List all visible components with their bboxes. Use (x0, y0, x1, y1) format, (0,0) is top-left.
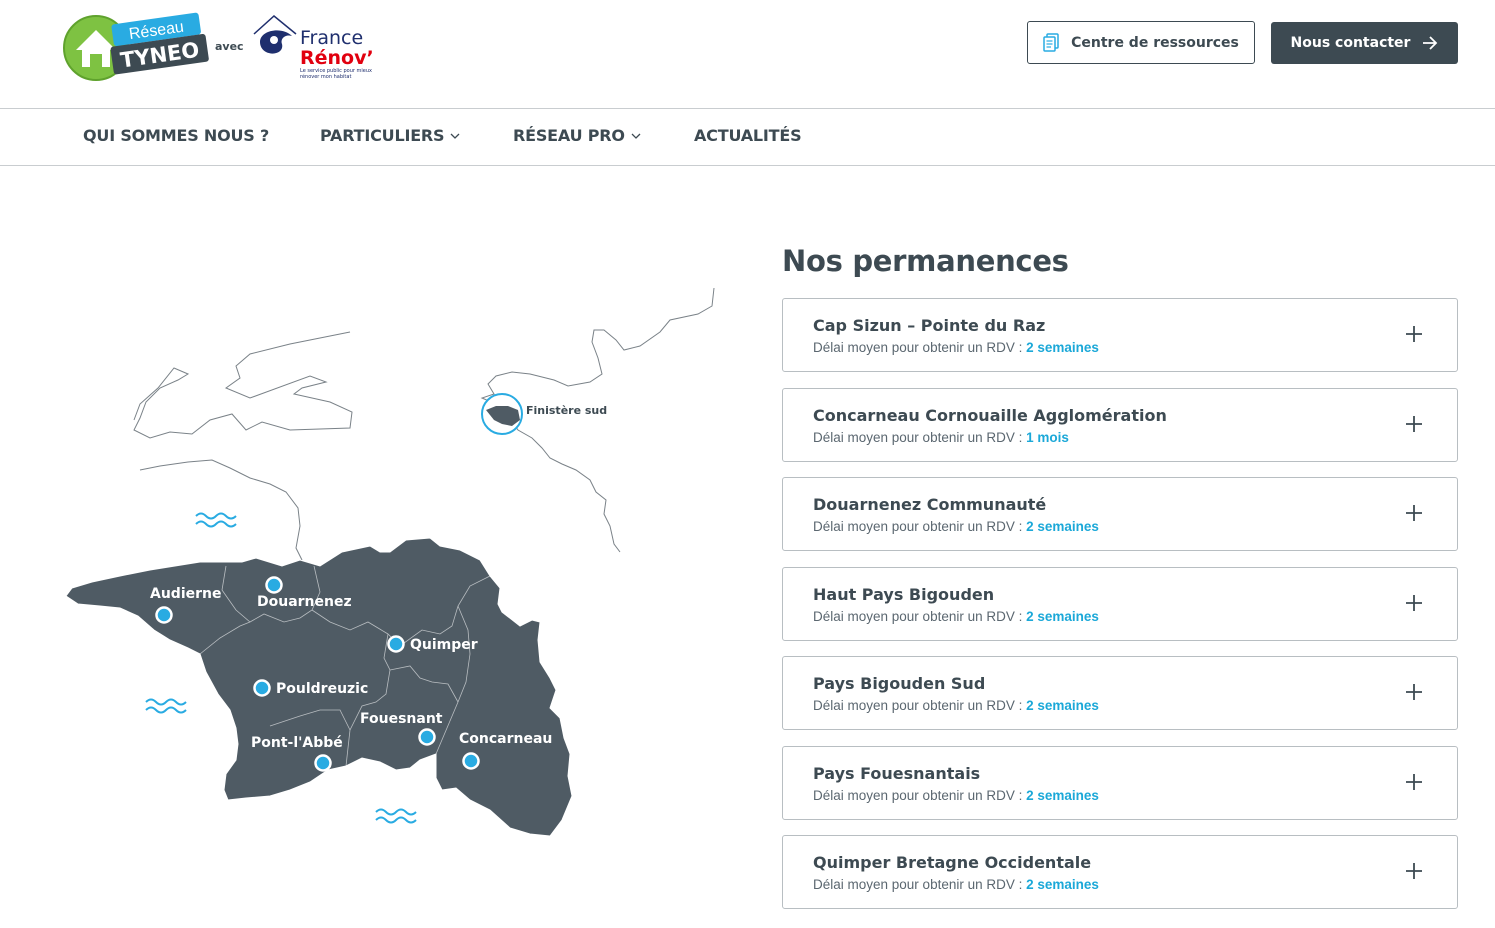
plus-icon[interactable] (1405, 683, 1423, 701)
office-delay: Délai moyen pour obtenir un RDV : 2 sema… (813, 519, 1099, 534)
delay-value: 2 semaines (1026, 698, 1099, 713)
contact-label: Nous contacter (1290, 35, 1411, 51)
delay-prefix: Délai moyen pour obtenir un RDV : (813, 698, 1027, 713)
waves-icon (375, 808, 417, 824)
office-name: Concarneau Cornouaille Agglomération (813, 405, 1167, 425)
office-accordion-item[interactable]: Haut Pays Bigouden Délai moyen pour obte… (782, 566, 1458, 641)
logo-fr-line2: Rénov’ (300, 47, 374, 69)
delay-prefix: Délai moyen pour obtenir un RDV : (813, 340, 1027, 355)
city-label: Pont-l'Abbé (251, 735, 343, 751)
plus-icon[interactable] (1405, 325, 1423, 343)
logo-avec-text: avec (215, 40, 244, 53)
office-delay: Délai moyen pour obtenir un RDV : 2 sema… (813, 609, 1099, 624)
nav-item-actualites[interactable]: ACTUALITÉS (694, 126, 802, 145)
nav-item-qui-sommes-nous[interactable]: QUI SOMMES NOUS ? (83, 126, 269, 145)
resources-center-button[interactable]: Centre de ressources (1027, 21, 1255, 64)
logo-fr-tagline2: rénover mon habitat (300, 73, 351, 80)
main-nav: QUI SOMMES NOUS ? PARTICULIERS RÉSEAU PR… (0, 108, 1495, 166)
plus-icon[interactable] (1405, 594, 1423, 612)
plus-icon[interactable] (1405, 415, 1423, 433)
delay-value: 1 mois (1026, 429, 1069, 445)
finistere-sud-label: Finistère sud (526, 404, 607, 417)
delay-prefix: Délai moyen pour obtenir un RDV : (813, 429, 1027, 445)
contact-button[interactable]: Nous contacter (1271, 22, 1458, 64)
office-name: Pays Fouesnantais (813, 763, 981, 783)
office-delay: Délai moyen pour obtenir un RDV : 2 sema… (813, 698, 1099, 713)
city-label: Pouldreuzic (276, 681, 368, 697)
city-label: Quimper (410, 637, 478, 653)
office-name: Cap Sizun – Pointe du Raz (813, 316, 1046, 335)
office-name: Douarnenez Communauté (813, 495, 1047, 514)
office-delay: Délai moyen pour obtenir un RDV : 2 sema… (813, 877, 1099, 892)
plus-icon[interactable] (1405, 862, 1423, 880)
arrow-right-icon (1423, 36, 1438, 50)
delay-prefix: Délai moyen pour obtenir un RDV : (813, 787, 1027, 803)
office-name: Haut Pays Bigouden (813, 584, 995, 604)
tyneo-logo[interactable]: Réseau TYNEO (60, 12, 212, 86)
document-icon (1043, 33, 1059, 52)
office-accordion-item[interactable]: Douarnenez Communauté Délai moyen pour o… (782, 477, 1458, 551)
plus-icon[interactable] (1405, 773, 1423, 791)
offices-accordion: Cap Sizun – Pointe du Raz Délai moyen po… (782, 298, 1458, 925)
waves-icon (195, 512, 237, 528)
plus-icon[interactable] (1405, 504, 1423, 522)
office-accordion-item[interactable]: Pays Bigouden Sud Délai moyen pour obten… (782, 656, 1458, 730)
office-name: Quimper Bretagne Occidentale (813, 853, 1092, 872)
chevron-down-icon (631, 133, 641, 139)
nav-item-label: QUI SOMMES NOUS ? (83, 126, 270, 145)
resources-center-label: Centre de ressources (1071, 34, 1239, 51)
nav-item-label: RÉSEAU PRO (513, 126, 625, 145)
brittany-outline-south (139, 459, 303, 561)
delay-value: 2 semaines (1026, 787, 1099, 803)
office-delay: Délai moyen pour obtenir un RDV : 1 mois (813, 430, 1069, 445)
delay-prefix: Délai moyen pour obtenir un RDV : (813, 519, 1027, 534)
office-accordion-item[interactable]: Cap Sizun – Pointe du Raz Délai moyen po… (782, 298, 1458, 372)
nav-item-label: PARTICULIERS (320, 126, 445, 145)
delay-prefix: Délai moyen pour obtenir un RDV : (813, 608, 1027, 624)
city-label: Douarnenez (257, 594, 352, 610)
logo-fr-line1: France (300, 27, 363, 49)
office-accordion-item[interactable]: Pays Fouesnantais Délai moyen pour obten… (782, 745, 1458, 820)
delay-value: 2 semaines (1026, 519, 1099, 534)
chevron-down-icon (450, 133, 460, 139)
city-label: Concarneau (459, 731, 552, 747)
office-accordion-item[interactable]: Concarneau Cornouaille Agglomération Dél… (782, 387, 1458, 462)
france-renov-logo[interactable]: France Rénov’ Le service public pour mie… (252, 12, 392, 84)
office-delay: Délai moyen pour obtenir un RDV : 2 sema… (813, 788, 1099, 803)
office-accordion-item[interactable]: Quimper Bretagne Occidentale Délai moyen… (782, 835, 1458, 909)
finistere-map: Finistère sud Audierne Douarnenez Quimpe… (65, 287, 715, 837)
brittany-outline (133, 331, 353, 439)
delay-value: 2 semaines (1026, 608, 1099, 624)
office-name: Pays Bigouden Sud (813, 674, 986, 693)
nav-item-particuliers[interactable]: PARTICULIERS (320, 126, 460, 145)
section-title: Nos permanences (782, 244, 1069, 278)
nav-item-label: ACTUALITÉS (694, 126, 802, 145)
site-header: Réseau TYNEO avec France Rénov’ Le servi… (0, 0, 1495, 108)
city-label: Fouesnant (360, 711, 443, 727)
nav-item-reseau-pro[interactable]: RÉSEAU PRO (513, 126, 641, 145)
delay-prefix: Délai moyen pour obtenir un RDV : (813, 877, 1027, 892)
delay-value: 2 semaines (1026, 877, 1099, 892)
office-delay: Délai moyen pour obtenir un RDV : 2 sema… (813, 340, 1099, 355)
waves-icon (145, 698, 187, 714)
city-label: Audierne (150, 586, 221, 602)
delay-value: 2 semaines (1026, 340, 1099, 355)
